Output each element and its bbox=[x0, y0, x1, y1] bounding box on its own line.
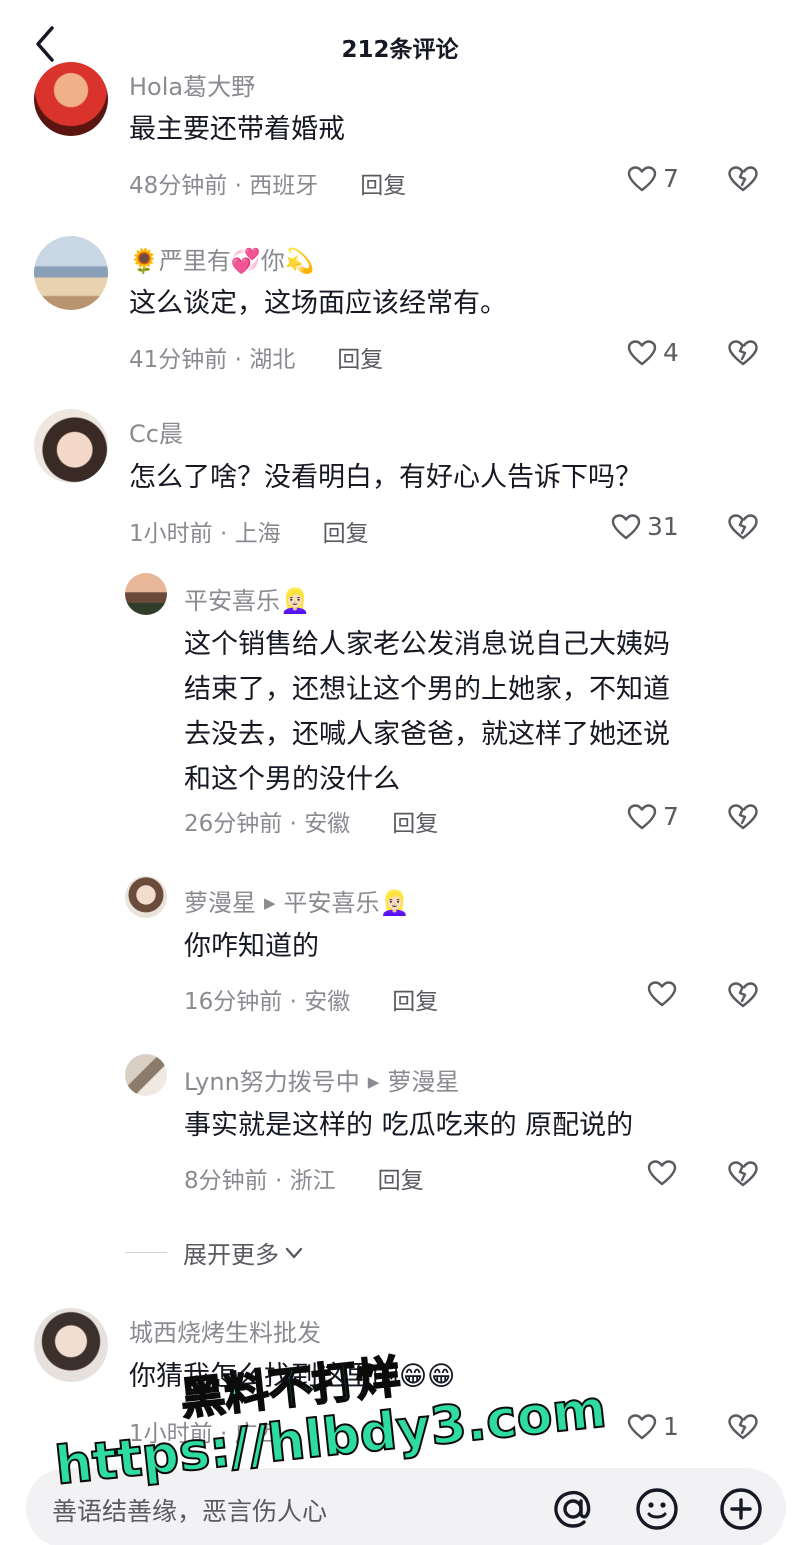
like-count: 7 bbox=[663, 802, 679, 831]
avatar[interactable] bbox=[125, 573, 167, 615]
comment-meta: 41分钟前 · 湖北 回复 bbox=[129, 340, 383, 374]
reply-author[interactable]: 萝漫星 bbox=[184, 889, 256, 917]
broken-heart-icon bbox=[728, 166, 758, 192]
reply-time: 26分钟前 · 安徽 bbox=[184, 811, 351, 837]
reply-time: 8分钟前 · 浙江 bbox=[184, 1168, 336, 1194]
reply-username: 萝漫星 ▶ 平安喜乐👱🏻‍♀️ bbox=[184, 883, 409, 918]
reply-to-arrow-icon: ▶ bbox=[367, 1073, 380, 1091]
dislike-button[interactable] bbox=[727, 1160, 759, 1192]
dislike-button[interactable] bbox=[727, 803, 759, 835]
reply-author[interactable]: Lynn努力拨号中 bbox=[184, 1068, 360, 1096]
like-button[interactable]: 7 bbox=[627, 802, 679, 831]
chevron-down-icon bbox=[285, 1247, 303, 1258]
reply-text-line: 这个销售给人家老公发消息说自己大姨妈 bbox=[184, 629, 670, 660]
divider bbox=[125, 1252, 167, 1253]
at-icon bbox=[554, 1490, 591, 1528]
comment-time: 48分钟前 · 西班牙 bbox=[129, 173, 319, 199]
heart-icon bbox=[611, 513, 641, 539]
comment-username[interactable]: 🌻严里有💞你💫 bbox=[129, 241, 315, 276]
heart-icon bbox=[627, 803, 657, 829]
dislike-button[interactable] bbox=[727, 165, 759, 197]
reply-button[interactable]: 回复 bbox=[323, 521, 369, 547]
reply-time: 16分钟前 · 安徽 bbox=[184, 989, 351, 1015]
like-button[interactable] bbox=[647, 980, 683, 1008]
reply-meta: 26分钟前 · 安徽 回复 bbox=[184, 804, 438, 838]
mention-button[interactable] bbox=[550, 1486, 596, 1536]
like-count: 31 bbox=[647, 512, 679, 541]
emoji-icon bbox=[636, 1488, 678, 1530]
reply-text: 你咋知道的 bbox=[184, 931, 319, 962]
plus-icon bbox=[720, 1488, 762, 1530]
like-count: 4 bbox=[663, 338, 679, 367]
reply-text: 事实就是这样的 吃瓜吃来的 原配说的 bbox=[184, 1110, 634, 1141]
expand-more-label: 展开更多 bbox=[183, 1241, 279, 1269]
like-button[interactable]: 7 bbox=[627, 164, 679, 193]
like-button[interactable]: 1 bbox=[627, 1412, 679, 1441]
expand-more-button[interactable]: 展开更多 bbox=[125, 1235, 305, 1270]
like-button[interactable] bbox=[647, 1159, 683, 1187]
like-count: 7 bbox=[663, 164, 679, 193]
comment-time: 41分钟前 · 湖北 bbox=[129, 347, 296, 373]
reply-text-line: 去没去，还喊人家爸爸，就这样了她还说 bbox=[184, 719, 670, 750]
add-button[interactable] bbox=[718, 1486, 764, 1536]
reply-target[interactable]: 萝漫星 bbox=[387, 1068, 459, 1096]
reply-text-line: 和这个男的没什么 bbox=[184, 764, 400, 795]
dislike-button[interactable] bbox=[727, 513, 759, 545]
like-button[interactable]: 4 bbox=[627, 338, 679, 367]
dislike-button[interactable] bbox=[727, 339, 759, 371]
comment-username[interactable]: Cc晨 bbox=[129, 414, 183, 449]
reply-username: Lynn努力拨号中 ▶ 萝漫星 bbox=[184, 1062, 459, 1097]
comment-input[interactable]: 善语结善缘，恶言伤人心 bbox=[52, 1492, 327, 1528]
avatar[interactable] bbox=[125, 876, 167, 918]
comment-meta: 1小时前 · 上海 回复 bbox=[129, 514, 369, 548]
reply-button[interactable]: 回复 bbox=[337, 347, 383, 373]
reply-button[interactable]: 回复 bbox=[392, 811, 438, 837]
broken-heart-icon bbox=[728, 1161, 758, 1187]
reply-text-line: 结束了，还想让这个男的上她家，不知道 bbox=[184, 674, 670, 705]
dislike-button[interactable] bbox=[727, 981, 759, 1013]
avatar[interactable] bbox=[34, 62, 108, 136]
reply-target[interactable]: 平安喜乐👱🏻‍♀️ bbox=[284, 889, 410, 917]
dislike-button[interactable] bbox=[727, 1413, 759, 1445]
comment-username[interactable]: 城西烧烤生料批发 bbox=[129, 1313, 321, 1348]
heart-icon bbox=[627, 165, 657, 191]
comment-text: 这么谈定，这场面应该经常有。 bbox=[129, 288, 507, 319]
emoji-button[interactable] bbox=[634, 1486, 680, 1536]
broken-heart-icon bbox=[728, 340, 758, 366]
broken-heart-icon bbox=[728, 1414, 758, 1440]
reply-username[interactable]: 平安喜乐👱🏻‍♀️ bbox=[184, 581, 310, 616]
heart-icon bbox=[647, 1160, 677, 1186]
reply-button[interactable]: 回复 bbox=[378, 1168, 424, 1194]
comment-text: 怎么了啥？没看明白，有好心人告诉下吗？ bbox=[129, 462, 642, 493]
reply-button[interactable]: 回复 bbox=[360, 173, 406, 199]
like-count: 1 bbox=[663, 1412, 679, 1441]
reply-button[interactable]: 回复 bbox=[392, 989, 438, 1015]
heart-icon bbox=[627, 339, 657, 365]
broken-heart-icon bbox=[728, 804, 758, 830]
avatar[interactable] bbox=[125, 1054, 167, 1096]
avatar[interactable] bbox=[34, 409, 108, 483]
reply-to-arrow-icon: ▶ bbox=[264, 894, 276, 912]
broken-heart-icon bbox=[728, 514, 758, 540]
reply-meta: 8分钟前 · 浙江 回复 bbox=[184, 1161, 424, 1195]
reply-meta: 16分钟前 · 安徽 回复 bbox=[184, 982, 438, 1016]
comment-time: 1小时前 · 上海 bbox=[129, 521, 281, 547]
header: 212条评论 bbox=[0, 0, 800, 92]
heart-icon bbox=[647, 981, 677, 1007]
comment-text: 最主要还带着婚戒 bbox=[129, 114, 345, 145]
avatar[interactable] bbox=[34, 1308, 108, 1382]
comment-username[interactable]: Hola葛大野 bbox=[129, 67, 255, 102]
like-button[interactable]: 31 bbox=[611, 512, 679, 541]
heart-icon bbox=[627, 1413, 657, 1439]
avatar[interactable] bbox=[34, 236, 108, 310]
broken-heart-icon bbox=[728, 982, 758, 1008]
reply-text-block: 这个销售给人家老公发消息说自己大姨妈 结束了，还想让这个男的上她家，不知道 去没… bbox=[184, 622, 670, 802]
comment-meta: 48分钟前 · 西班牙 回复 bbox=[129, 166, 406, 200]
page-title: 212条评论 bbox=[341, 37, 459, 63]
